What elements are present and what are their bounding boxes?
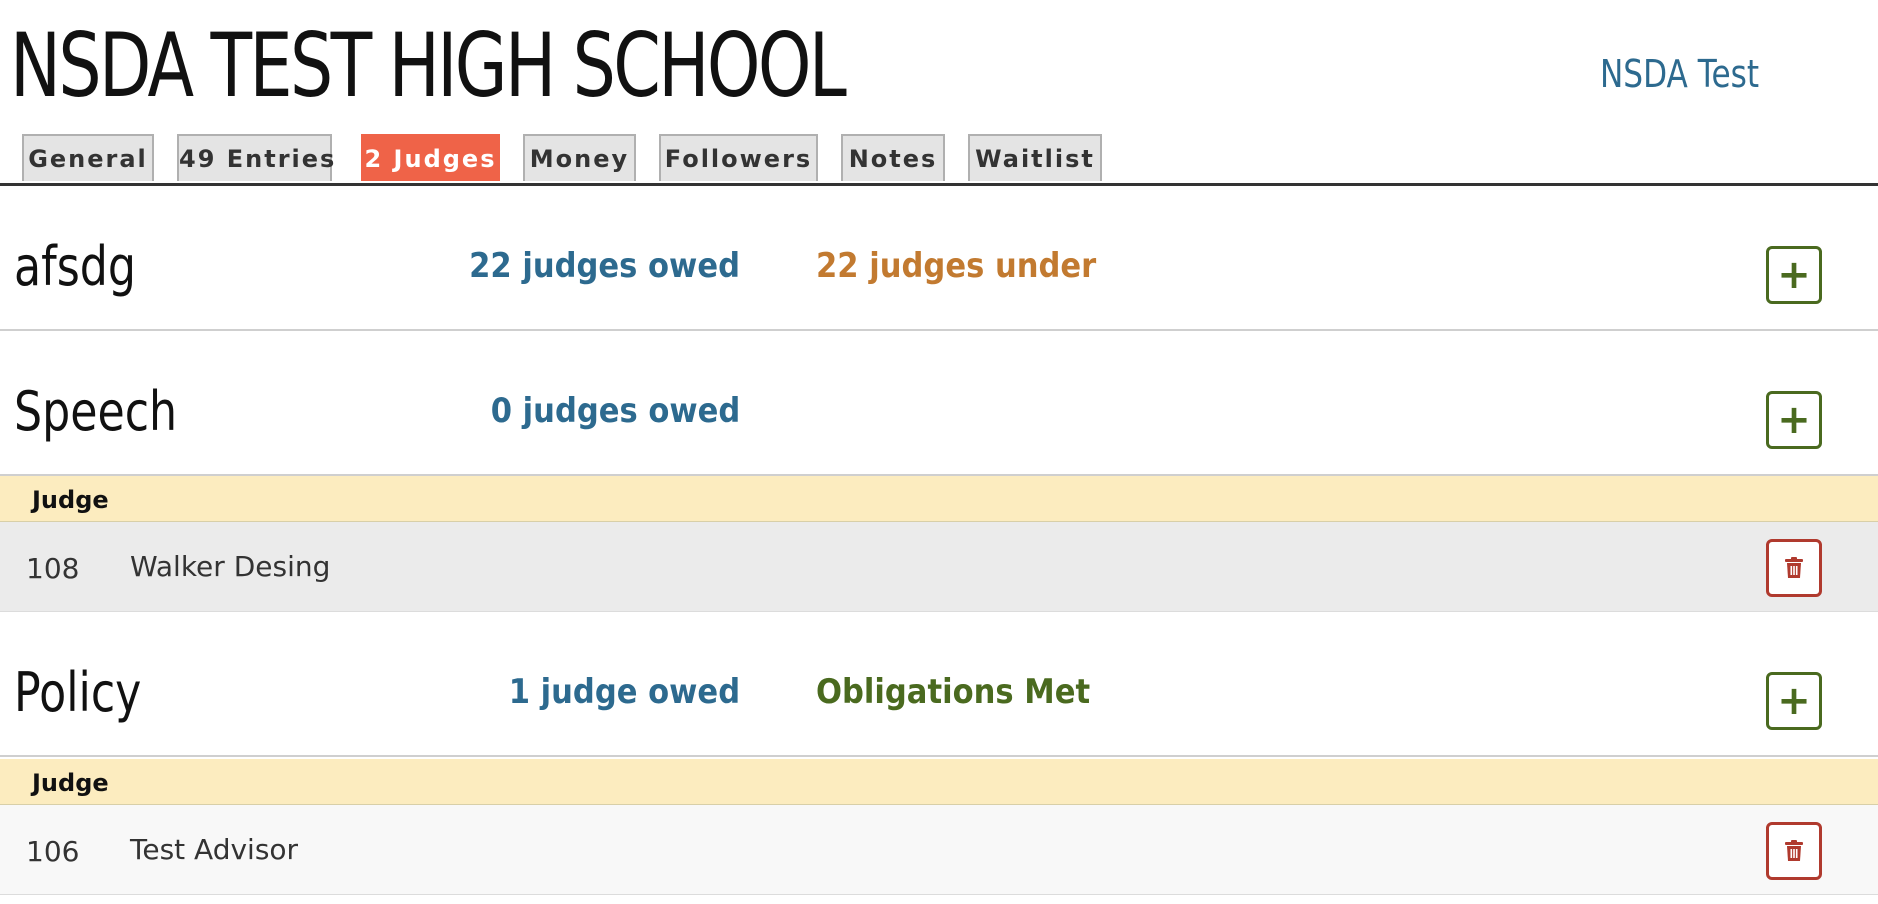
delete-judge-button[interactable] <box>1766 539 1822 597</box>
add-judge-button[interactable]: + <box>1766 672 1822 730</box>
trash-icon <box>1785 557 1803 578</box>
column-header-judge: Judge <box>32 486 109 514</box>
trash-icon <box>1785 840 1803 861</box>
add-judge-button[interactable]: + <box>1766 391 1822 449</box>
account-link[interactable]: NSDA Test <box>1600 52 1759 96</box>
school-title: NSDA TEST HIGH SCHOOL <box>10 14 847 117</box>
tab-entries[interactable]: 49 Entries <box>177 134 334 181</box>
section-speech: Speech 0 judges owed + <box>0 331 1878 476</box>
section-title: Speech <box>14 380 178 443</box>
plus-icon: + <box>1777 252 1811 298</box>
judge-code: 106 <box>26 835 80 868</box>
judges-owed: 1 judge owed <box>508 672 740 712</box>
section-title: afsdg <box>14 235 137 298</box>
judges-owed: 0 judges owed <box>490 391 740 431</box>
plus-icon: + <box>1777 678 1811 724</box>
tab-bar: General 49 Entries 2 Judges Money Follow… <box>0 134 1878 186</box>
judge-column-header: Judge <box>0 759 1878 805</box>
judge-column-header: Judge <box>0 476 1878 522</box>
table-row: 106 Test Advisor <box>0 805 1878 895</box>
column-header-judge: Judge <box>32 769 109 797</box>
obligations-status: Obligations Met <box>816 672 1091 712</box>
section-title: Policy <box>14 661 142 724</box>
add-judge-button[interactable]: + <box>1766 246 1822 304</box>
judges-under-status: 22 judges under <box>816 246 1097 286</box>
tab-waitlist[interactable]: Waitlist <box>968 134 1102 181</box>
judge-name: Test Advisor <box>130 833 299 866</box>
delete-judge-button[interactable] <box>1766 822 1822 880</box>
judge-code: 108 <box>26 552 80 585</box>
tab-followers[interactable]: Followers <box>659 134 818 181</box>
tab-money[interactable]: Money <box>523 134 636 181</box>
tab-notes[interactable]: Notes <box>841 134 945 181</box>
tab-judges[interactable]: 2 Judges <box>361 134 500 181</box>
tab-general[interactable]: General <box>22 134 154 181</box>
table-row: 108 Walker Desing <box>0 522 1878 612</box>
section-policy: Policy 1 judge owed Obligations Met + <box>0 612 1878 757</box>
judges-owed: 22 judges owed <box>469 246 740 286</box>
judge-name: Walker Desing <box>130 550 331 583</box>
section-afsdg: afsdg 22 judges owed 22 judges under + <box>0 186 1878 331</box>
plus-icon: + <box>1777 397 1811 443</box>
